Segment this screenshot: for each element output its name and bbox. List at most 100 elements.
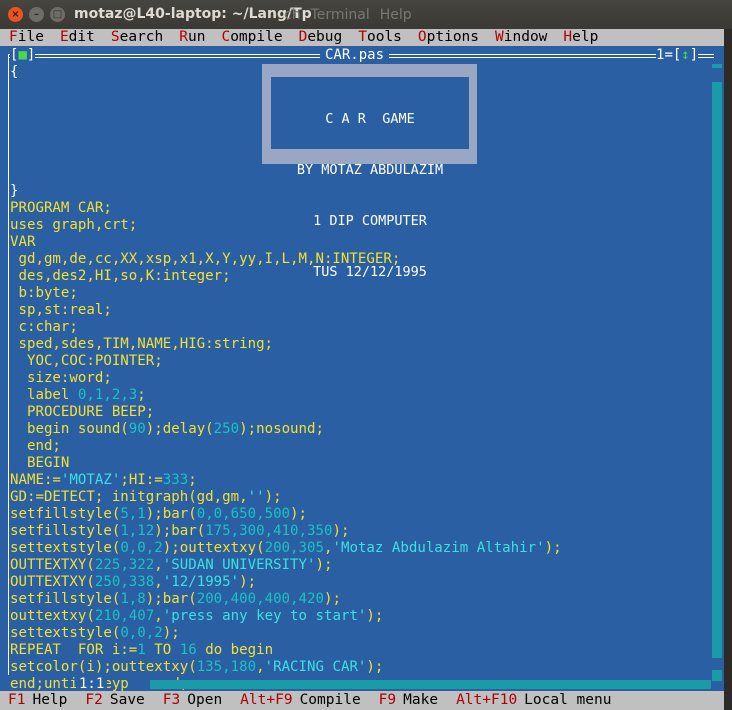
code-line[interactable]: sped,sdes,TIM,NAME,HIG:string; (10, 336, 710, 353)
status-key-f2[interactable]: F2 (85, 691, 102, 710)
code-line[interactable]: settextstyle(0,0,2);outtextxy(200,305,'M… (10, 540, 710, 557)
code-token: );delay( (145, 421, 214, 437)
code-line[interactable]: PROCEDURE BEEP; (10, 404, 710, 421)
menu-run[interactable]: Run (170, 29, 205, 46)
code-line[interactable]: begin sound(90);delay(250);nosound; (10, 421, 710, 438)
window-titlebar: × – □ motaz@L40-laptop: ~/Lang/Tp ch Term… (0, 0, 732, 30)
maximize-window-button[interactable]: □ (50, 7, 65, 22)
minimize-window-button[interactable]: – (29, 7, 44, 22)
menu-window[interactable]: Window (486, 29, 547, 46)
code-token: 'press any key to start' (162, 608, 367, 624)
status-label[interactable]: Help (32, 691, 67, 710)
menu-search[interactable]: Search (102, 29, 163, 46)
code-token: 225,322 (94, 557, 155, 573)
terminal-menu-ghost-help: Help (379, 7, 412, 23)
status-label[interactable]: Local menu (524, 691, 611, 710)
menu-compile[interactable]: Compile (212, 29, 282, 46)
window-right-edge (724, 29, 732, 710)
horizontal-scroll-thumb[interactable] (128, 680, 150, 689)
menu-label: ools (366, 29, 402, 45)
code-token: );bar( (154, 523, 206, 539)
code-token: VAR (10, 234, 36, 250)
menu-hotkey: T (358, 29, 367, 45)
status-label[interactable]: Open (187, 691, 222, 710)
code-token: 200,400,400,420 (196, 591, 324, 607)
status-label[interactable]: Save (110, 691, 145, 710)
vertical-scrollbar[interactable] (712, 64, 722, 681)
code-line[interactable]: setcolor(i);outtextxy(135,180,'RACING CA… (10, 659, 710, 676)
menu-debug[interactable]: Debug (290, 29, 343, 46)
zoom-icon[interactable]: ↕ (681, 47, 689, 63)
code-line[interactable]: sp,st:real; (10, 302, 710, 319)
code-token: 175,300,410,350 (205, 523, 333, 539)
code-token: ); (264, 489, 282, 505)
menu-options[interactable]: Options (409, 29, 479, 46)
code-token: OUTTEXTXY( (10, 557, 95, 573)
code-line[interactable]: settextstyle(0,0,2); (10, 625, 710, 642)
code-token: NAME:= (10, 472, 61, 488)
status-key-f9[interactable]: F9 (379, 691, 396, 710)
code-line[interactable]: REPEAT FOR i:=1 TO 16 do begin (10, 642, 710, 659)
code-token: 135,180 (196, 659, 257, 675)
status-label[interactable]: Compile (300, 691, 361, 710)
editor-close-box[interactable]: [■] (10, 47, 36, 63)
close-box-right: ] (26, 47, 36, 63)
code-token: ; (188, 472, 197, 488)
menu-edit[interactable]: Edit (51, 29, 95, 46)
code-token: settextstyle( (10, 625, 121, 641)
code-line[interactable]: GD:=DETECT; initgraph(gd,gm,''); (10, 489, 710, 506)
menu-label: earch (119, 29, 164, 45)
code-line[interactable]: setfillstyle(1,8);bar(200,400,400,420); (10, 591, 710, 608)
status-key-f1[interactable]: F1 (8, 691, 25, 710)
status-label[interactable]: Make (403, 691, 438, 710)
scroll-down-arrow[interactable] (712, 658, 722, 670)
code-line[interactable]: setfillstyle(1,12);bar(175,300,410,350); (10, 523, 710, 540)
menu-label: ile (17, 29, 44, 45)
ide-menubar: File Edit Search Run Compile Debug Tools Option… (0, 29, 724, 46)
status-key-alt-f10[interactable]: Alt+F10 (456, 691, 517, 710)
code-token: 1 (137, 642, 146, 658)
code-token: ); (239, 574, 257, 590)
code-line[interactable]: BEGIN (10, 455, 710, 472)
menu-label: un (188, 29, 206, 45)
status-key-f3[interactable]: F3 (163, 691, 180, 710)
terminal-menu-ghost-prefix: ch (284, 7, 301, 23)
code-token: ); (366, 608, 384, 624)
close-window-button[interactable]: × (8, 7, 23, 22)
code-token: TO (145, 642, 180, 658)
code-token: PROCEDURE BEEP; (10, 404, 155, 420)
menu-hotkey: S (110, 29, 120, 45)
code-token: 'Motaz Abdulazim Altahir' (332, 540, 545, 556)
code-line[interactable]: NAME:='MOTAZ';HI:=333; (10, 472, 710, 489)
menu-hotkey: F (9, 29, 18, 45)
code-line[interactable]: OUTTEXTXY(250,338,'12/1995'); (10, 574, 710, 591)
menu-hotkey: R (179, 29, 188, 45)
code-token: 'RACING CAR' (264, 659, 367, 675)
horizontal-scrollbar[interactable] (128, 680, 711, 689)
code-token: c:char; (10, 319, 78, 335)
code-token: setcolor(i);outtextxy( (10, 659, 197, 675)
menu-help[interactable]: Help (554, 29, 598, 46)
menu-label: ompile (230, 29, 283, 45)
code-line[interactable]: outtextxy(210,407,'press any key to star… (10, 608, 710, 625)
code-line[interactable]: size:word; (10, 370, 710, 387)
menu-label: dit (68, 29, 95, 45)
code-token: ; (137, 387, 146, 403)
code-token: ); (162, 625, 180, 641)
code-line[interactable]: OUTTEXTXY(225,322,'SUDAN UNIVERSITY'); (10, 557, 710, 574)
code-token: );bar( (145, 591, 197, 607)
menu-tools[interactable]: Tools (349, 29, 402, 46)
code-token: 90 (128, 421, 146, 437)
code-token: size:word; (10, 370, 112, 386)
code-line[interactable]: setfillstyle(5,1);bar(0,0,650,500); (10, 506, 710, 523)
menu-file[interactable]: File (0, 29, 44, 46)
code-line[interactable]: c:char; (10, 319, 710, 336)
window-number[interactable]: 1=[↕] (656, 47, 699, 63)
code-token: ); (366, 659, 384, 675)
vertical-scroll-thumb[interactable] (712, 68, 722, 82)
comment-line: TUS 12/12/1995 (313, 264, 427, 280)
code-line[interactable]: label 0,1,2,3; (10, 387, 710, 404)
status-key-alt-f9[interactable]: Alt+F9 (240, 691, 292, 710)
code-line[interactable]: YOC,COC:POINTER; (10, 353, 710, 370)
code-line[interactable]: end; (10, 438, 710, 455)
